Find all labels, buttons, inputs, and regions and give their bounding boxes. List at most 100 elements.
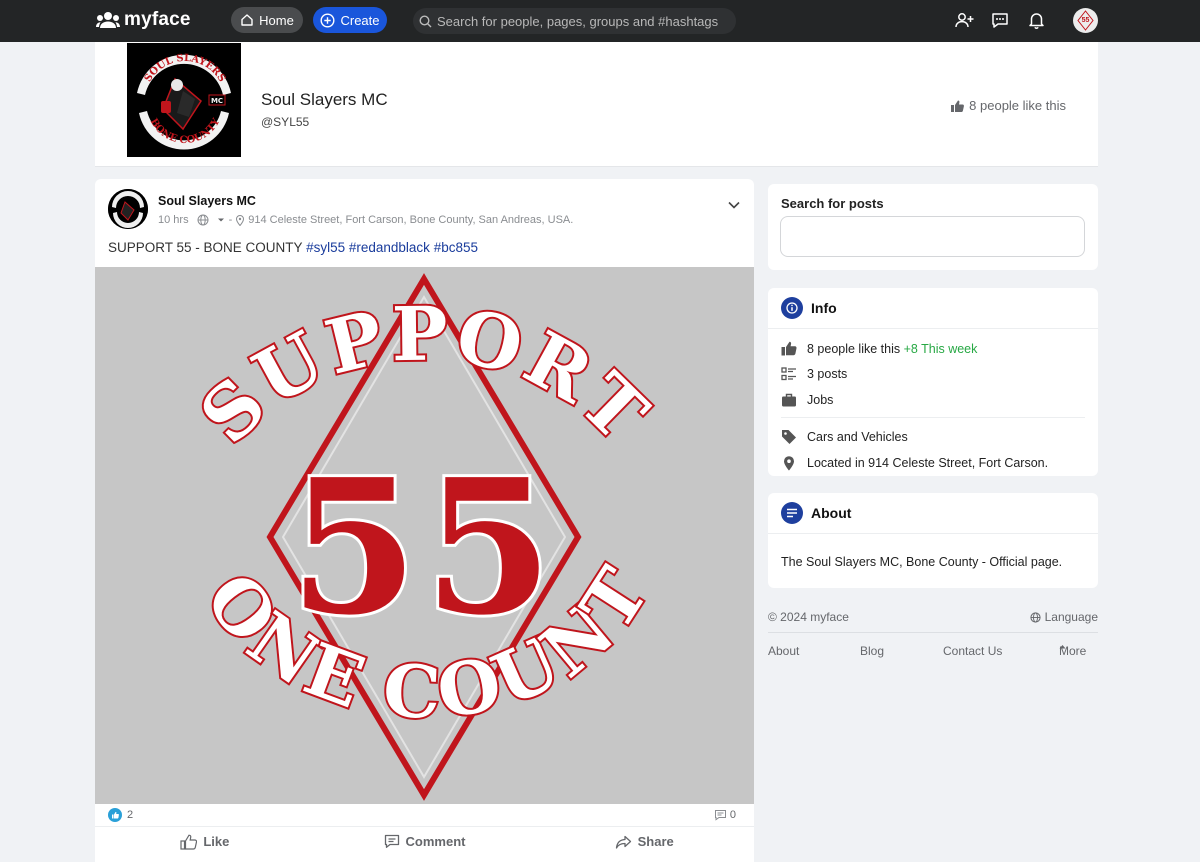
global-search-input[interactable] (437, 13, 727, 29)
footer-link-blog[interactable]: Blog (860, 644, 884, 658)
info-icon (781, 297, 803, 319)
language-selector[interactable]: Language (1030, 610, 1098, 624)
location-pin-icon (784, 456, 794, 471)
footer-link-about[interactable]: About (768, 644, 799, 658)
add-friend-button[interactable] (954, 10, 974, 30)
footer-more-button[interactable]: More (1059, 644, 1086, 658)
comment-button[interactable]: Comment (315, 827, 535, 856)
info-posts-text: 3 posts (807, 367, 848, 381)
author-patch-image (108, 189, 148, 229)
about-text: The Soul Slayers MC, Bone County - Offic… (781, 555, 1063, 569)
thumbs-up-icon (951, 100, 965, 112)
avatar-number: 55 (1081, 17, 1090, 24)
info-card-header: Info (768, 288, 1098, 329)
footer-link-contact[interactable]: Contact Us (943, 644, 1002, 658)
comment-icon (384, 834, 399, 848)
post-author-name[interactable]: Soul Slayers MC (158, 194, 256, 208)
map-pin-icon (236, 214, 245, 226)
add-person-icon (954, 12, 973, 27)
home-button[interactable]: Home (231, 7, 303, 33)
post-card: Soul Slayers MC 10 hrs - 914 Celeste Str… (95, 179, 754, 862)
thumbs-up-icon (180, 834, 198, 850)
post-actions: Like Comment Share (95, 826, 754, 856)
reaction-count: 2 (127, 809, 134, 821)
info-category-text: Cars and Vehicles (807, 429, 908, 444)
info-location-row: Located in 914 Celeste Street, Fort Cars… (781, 455, 1048, 471)
global-search[interactable] (413, 8, 736, 34)
bell-icon (1028, 13, 1044, 29)
post-stats: 2 0 (95, 804, 754, 826)
thumbs-up-icon (781, 341, 797, 356)
home-icon (241, 14, 253, 26)
page-likes-text: 8 people like this (969, 98, 1066, 113)
info-posts-row: 3 posts (781, 367, 847, 381)
like-button-label: Like (203, 834, 230, 849)
share-button-label: Share (637, 834, 674, 849)
meta-separator: - (228, 214, 233, 226)
about-card-title: About (811, 505, 852, 521)
about-card: About The Soul Slayers MC, Bone County -… (768, 493, 1098, 588)
post-author-avatar[interactable] (108, 189, 148, 229)
info-card: Info 8 people like this +8 This week 3 p… (768, 288, 1098, 476)
privacy-dropdown-icon[interactable] (217, 216, 225, 224)
hashtag-link[interactable]: #redandblack (349, 240, 430, 255)
brand-name: myface (124, 9, 191, 30)
create-button[interactable]: Create (313, 7, 387, 33)
posts-list-icon (781, 367, 796, 381)
home-button-label: Home (259, 12, 294, 28)
post-text: SUPPORT 55 - BONE COUNTY #syl55 #redandb… (108, 240, 478, 255)
messages-button[interactable] (990, 10, 1010, 30)
top-navbar: myface Home Create Search for people, pa… (0, 0, 1200, 42)
comment-summary[interactable]: 0 (714, 809, 736, 821)
info-card-title: Info (811, 300, 837, 316)
patch-logo-image: SOUL SLAYERS BONE COUNTY MC (127, 43, 241, 157)
share-button[interactable]: Share (534, 827, 754, 856)
hashtag-link[interactable]: #bc855 (434, 240, 478, 255)
footer-copyright: © 2024 myface (768, 610, 849, 624)
globe-icon (197, 214, 209, 226)
info-location-text: Located in 914 Celeste Street, Fort Cars… (807, 456, 1049, 470)
search-icon (419, 14, 432, 27)
comment-button-label: Comment (405, 834, 466, 849)
language-label: Language (1044, 610, 1098, 624)
footer-link-more: More (1059, 644, 1087, 658)
page-likes: 8 people like this (951, 98, 1066, 113)
page-logo[interactable]: SOUL SLAYERS BONE COUNTY MC (127, 43, 241, 157)
brand-logo[interactable]: myface (96, 9, 191, 31)
create-button-label: Create (340, 12, 380, 28)
chat-icon (992, 12, 1008, 28)
plus-circle-icon (320, 12, 335, 28)
info-category-row: Cars and Vehicles (781, 429, 908, 444)
like-button[interactable]: Like (95, 827, 315, 856)
text-lines-icon (781, 502, 803, 524)
post-time[interactable]: 10 hrs (158, 214, 189, 226)
briefcase-icon (782, 393, 796, 407)
about-card-header: About (768, 493, 1098, 534)
post-options-button[interactable] (728, 196, 740, 214)
hashtag-link[interactable]: #syl55 (306, 240, 345, 255)
post-search-input[interactable] (780, 216, 1085, 257)
post-image[interactable]: SUPPORT 55 BONE COUNTY (95, 267, 754, 804)
tag-icon (782, 430, 796, 444)
page-title: Soul Slayers MC (261, 90, 388, 109)
page-header: SOUL SLAYERS BONE COUNTY MC Soul Slayers… (95, 42, 1098, 167)
graphic-number: 55 (289, 438, 558, 656)
support-55-graphic: SUPPORT 55 BONE COUNTY (95, 267, 754, 804)
post-search-card: Search for posts (768, 184, 1098, 270)
notifications-button[interactable] (1026, 10, 1046, 30)
info-jobs-row[interactable]: Jobs (781, 393, 833, 407)
info-likes-week: +8 This week (903, 341, 978, 356)
comment-count: 0 (729, 809, 736, 821)
reaction-summary[interactable]: 2 (108, 808, 133, 822)
chevron-down-icon (728, 201, 740, 209)
globe-icon (1030, 611, 1041, 623)
info-jobs-text: Jobs (807, 393, 834, 407)
info-likes-row: 8 people like this +8 This week (781, 341, 977, 356)
people-icon (96, 12, 120, 28)
post-meta: 10 hrs - 914 Celeste Street, Fort Carson… (158, 214, 573, 226)
info-likes-text: 8 people like this (807, 341, 901, 356)
post-location[interactable]: 914 Celeste Street, Fort Carson, Bone Co… (248, 214, 573, 226)
user-avatar[interactable]: 55 (1073, 8, 1098, 33)
logo-mc-badge: MC (211, 97, 223, 105)
page-handle: @SYL55 (261, 115, 310, 129)
